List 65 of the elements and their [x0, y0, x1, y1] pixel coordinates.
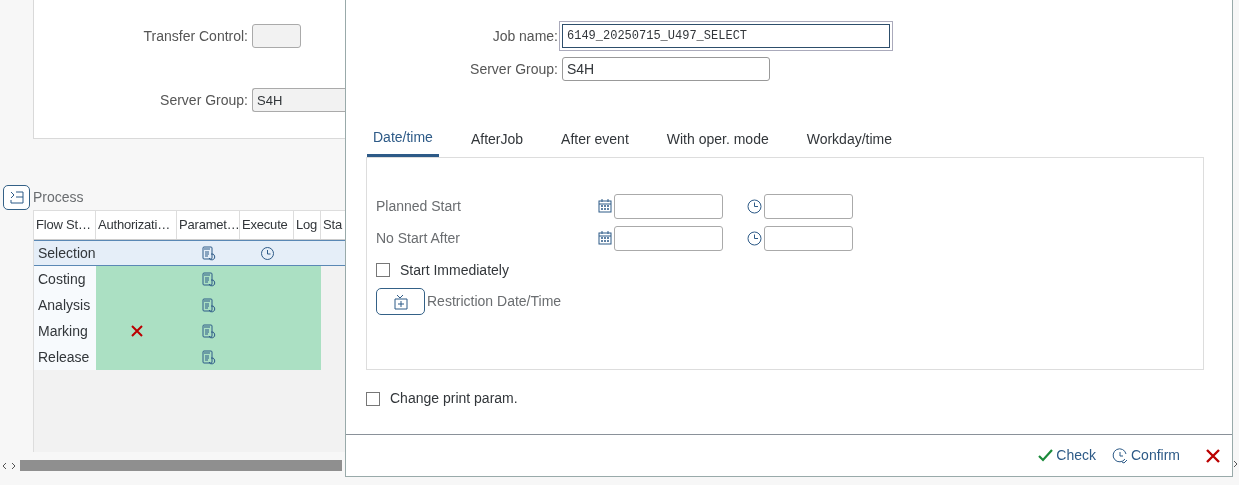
tab[interactable]: After event: [555, 123, 635, 157]
document-icon[interactable]: [201, 245, 216, 261]
checkmark-icon: [1038, 449, 1054, 462]
document-icon[interactable]: [201, 271, 216, 287]
document-icon[interactable]: [201, 349, 216, 365]
input-field[interactable]: S4H: [252, 88, 345, 112]
cross-icon: [130, 325, 143, 337]
field-label: No Start After: [376, 228, 462, 248]
field-label: Server Group:: [469, 59, 558, 79]
table-row[interactable]: Selection: [34, 240, 345, 266]
field-label: Job name:: [491, 26, 558, 46]
panel-icon: [9, 191, 24, 204]
checkbox-label: Change print param.: [390, 389, 518, 408]
tab[interactable]: With oper. mode: [660, 123, 775, 157]
expand-button[interactable]: [3, 185, 30, 210]
scroll-left-icon[interactable]: [2, 461, 7, 470]
field-label: Transfer Control:: [142, 26, 248, 46]
scroll-right-icon[interactable]: [1233, 460, 1238, 468]
clock-icon[interactable]: [259, 245, 275, 261]
field-label: Planned Start: [376, 196, 462, 216]
checkbox[interactable]: [376, 263, 390, 277]
close-button[interactable]: [1206, 448, 1220, 463]
tab[interactable]: Workday/time: [800, 123, 899, 157]
time-field[interactable]: [764, 225, 853, 251]
section-title: Process: [33, 188, 84, 207]
clock-icon[interactable]: [747, 230, 762, 246]
add-icon: [392, 293, 409, 310]
input-field[interactable]: [252, 24, 301, 48]
table-cell-text: Selection: [37, 243, 96, 263]
column-header[interactable]: Authorizati…: [96, 211, 177, 239]
column-header[interactable]: Flow St…: [34, 211, 96, 239]
tab[interactable]: AfterJob: [464, 123, 530, 157]
clock-icon: [1112, 447, 1128, 464]
check-button[interactable]: Check: [1038, 445, 1096, 466]
table-cell: Costing: [34, 266, 96, 292]
table-cell: Analysis: [34, 292, 96, 318]
scroll-right-icon[interactable]: [11, 461, 16, 470]
column-header[interactable]: Execute: [240, 211, 294, 239]
table-row[interactable]: Analysis: [34, 292, 345, 318]
calendar-icon[interactable]: [598, 231, 612, 245]
scrollbar[interactable]: [20, 460, 342, 471]
input-field[interactable]: S4H: [562, 57, 770, 81]
column-header[interactable]: Paramet…: [177, 211, 240, 239]
field-label: Restriction Date/Time: [427, 292, 562, 311]
time-field[interactable]: [764, 193, 853, 219]
tab[interactable]: Date/time: [367, 123, 439, 157]
table-cell: Release: [34, 344, 96, 370]
table-row[interactable]: Costing: [34, 266, 345, 292]
date-field[interactable]: [614, 225, 723, 251]
input-field[interactable]: 6149_20250715_U497_SELECT: [562, 24, 890, 48]
table-row[interactable]: Release: [34, 344, 345, 370]
checkbox[interactable]: [366, 391, 380, 406]
close-icon: [1206, 448, 1220, 463]
field-label: Server Group:: [159, 90, 248, 110]
checkbox-label: Start Immediately: [400, 260, 509, 280]
date-field[interactable]: [614, 193, 723, 219]
column-header[interactable]: Log: [294, 211, 321, 239]
document-icon[interactable]: [201, 323, 216, 339]
add-button[interactable]: [376, 288, 425, 315]
document-icon[interactable]: [201, 297, 216, 313]
clock-icon[interactable]: [747, 198, 762, 214]
confirm-button[interactable]: Confirm: [1112, 445, 1180, 466]
table-row[interactable]: Marking: [34, 318, 345, 344]
table-cell: Marking: [34, 318, 96, 344]
calendar-icon[interactable]: [598, 199, 612, 213]
